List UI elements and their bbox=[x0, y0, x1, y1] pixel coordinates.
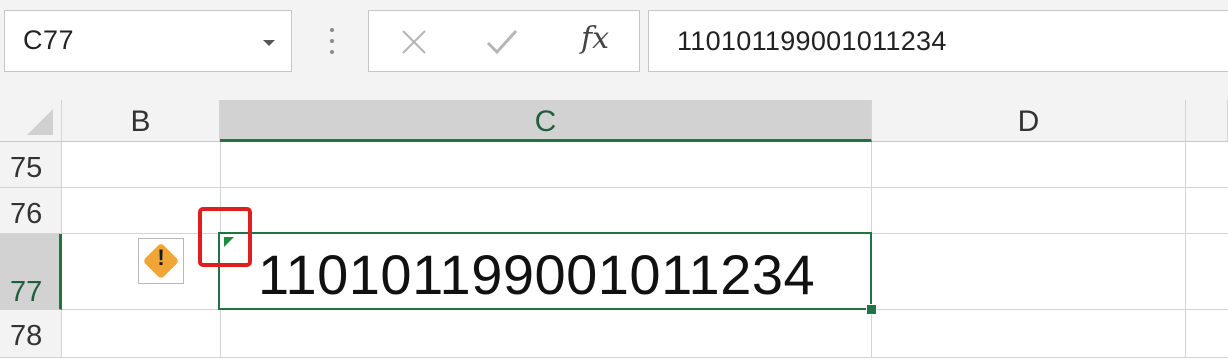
column-header-d[interactable]: D bbox=[872, 100, 1186, 142]
close-icon bbox=[402, 30, 426, 54]
formula-content: 110101199001011234 bbox=[677, 26, 947, 56]
highlight-box bbox=[198, 207, 252, 267]
warning-symbol: ! bbox=[157, 245, 165, 270]
row-header-78[interactable]: 78 bbox=[0, 310, 62, 358]
row-header-77[interactable]: 77 bbox=[0, 234, 62, 310]
formula-bar-area: C77 fx 110101199001011234 bbox=[0, 0, 1228, 100]
insert-function-button[interactable]: fx bbox=[581, 21, 609, 56]
enter-button[interactable] bbox=[463, 11, 537, 71]
column-header-next[interactable] bbox=[1186, 100, 1228, 142]
row-header-76[interactable]: 76 bbox=[0, 188, 62, 234]
gridline bbox=[1185, 142, 1186, 358]
fill-handle[interactable] bbox=[866, 304, 877, 315]
formula-buttons: fx bbox=[368, 10, 640, 72]
more-options-icon[interactable] bbox=[325, 26, 339, 56]
cell-value: 110101199001011234 bbox=[258, 243, 816, 306]
column-header-c[interactable]: C bbox=[220, 100, 872, 142]
chevron-down-icon[interactable] bbox=[263, 40, 275, 46]
name-box-value: C77 bbox=[23, 25, 75, 55]
check-icon bbox=[486, 29, 518, 55]
gridline bbox=[62, 187, 1228, 188]
formula-input[interactable]: 110101199001011234 bbox=[648, 10, 1228, 72]
column-header-b[interactable]: B bbox=[62, 100, 220, 142]
cancel-button[interactable] bbox=[377, 11, 451, 71]
row-header-75[interactable]: 75 bbox=[0, 142, 62, 188]
error-check-button[interactable]: ! bbox=[138, 238, 184, 284]
active-cell-c77[interactable]: 110101199001011234 bbox=[218, 232, 872, 310]
name-box[interactable]: C77 bbox=[4, 10, 292, 72]
spreadsheet-grid: B C D 75 76 77 78 ! 110101199001011234 bbox=[0, 100, 1228, 358]
select-all-corner[interactable] bbox=[0, 100, 62, 142]
